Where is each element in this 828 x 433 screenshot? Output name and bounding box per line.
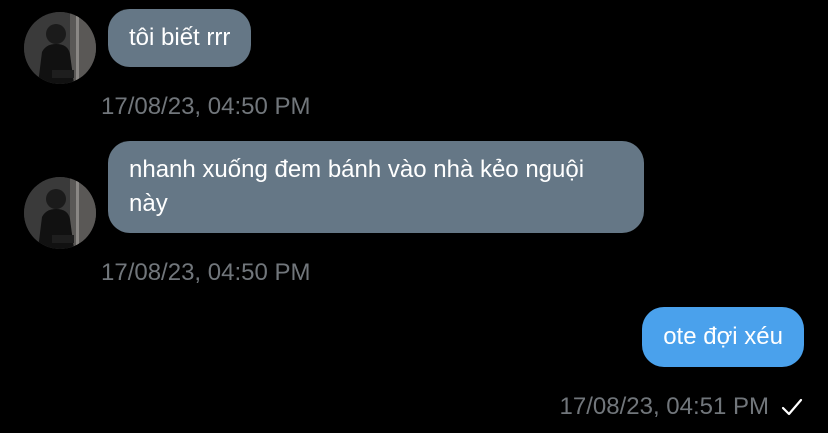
sender-avatar[interactable] — [24, 12, 96, 84]
profile-photo-icon — [24, 12, 96, 84]
message-bubble-received[interactable]: nhanh xuống đem bánh vào nhà kẻo nguội n… — [108, 141, 644, 233]
checkmark-icon — [781, 398, 803, 416]
message-timestamp: 17/08/23, 04:51 PM — [559, 393, 769, 420]
message-text: tôi biết rrr — [129, 24, 231, 51]
message-timestamp: 17/08/23, 04:50 PM — [101, 259, 311, 286]
message-timestamp: 17/08/23, 04:50 PM — [101, 93, 311, 120]
message-bubble-received[interactable]: tôi biết rrr — [108, 9, 252, 67]
sent-message-meta: 17/08/23, 04:51 PM — [560, 393, 803, 421]
message-text: nhanh xuống đem bánh vào nhà kẻo nguội n… — [129, 156, 585, 217]
sender-avatar[interactable] — [24, 177, 96, 249]
message-bubble-sent[interactable]: ote đợi xéu — [642, 307, 804, 367]
message-text: ote đợi xéu — [663, 323, 783, 350]
profile-photo-icon — [24, 177, 96, 249]
